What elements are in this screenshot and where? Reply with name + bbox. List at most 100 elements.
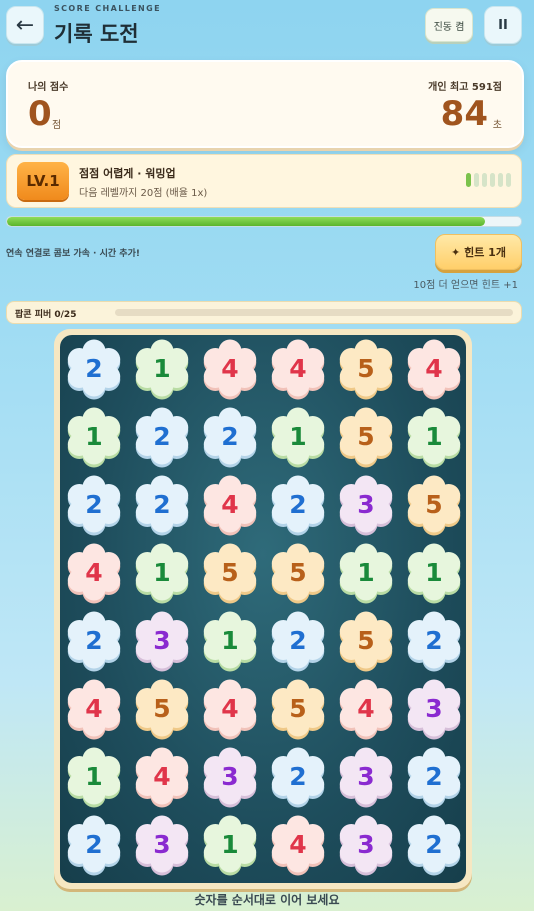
popcorn-tile[interactable]: 2 [403,610,465,672]
tile-number: 3 [153,625,171,655]
tile-number: 4 [85,693,103,723]
popcorn-tile[interactable]: 4 [63,542,125,604]
popcorn-tile[interactable]: 1 [267,406,329,468]
popcorn-tile[interactable]: 2 [63,814,125,876]
score-value: 0 [28,94,52,134]
popcorn-tile[interactable]: 3 [335,474,397,536]
popcorn-tile[interactable]: 5 [199,542,261,604]
back-arrow-icon: ← [15,12,35,38]
game-board: 2 1 4 4 5 4 1 2 2 1 5 1 2 2 4 2 3 5 4 1 5 5 1 1 2 3 1 2 5 2 4 5 4 5 4 3 1 4 3 2… [60,335,466,883]
page-title: 기록 도전 [54,22,139,46]
popcorn-tile[interactable]: 1 [131,338,193,400]
tile-number: 5 [153,693,171,723]
popcorn-tile[interactable]: 5 [335,610,397,672]
popcorn-tile[interactable]: 2 [199,406,261,468]
popcorn-tile[interactable]: 3 [403,678,465,740]
tile-number: 1 [425,557,443,587]
popcorn-tile[interactable]: 1 [403,406,465,468]
tile-number: 3 [153,829,171,859]
pause-button[interactable]: II [484,6,522,44]
popcorn-tile[interactable]: 3 [131,814,193,876]
level-badge: LV.1 [17,162,69,200]
tile-number: 1 [425,421,443,451]
tile-number: 4 [425,353,443,383]
popcorn-tile[interactable]: 2 [267,474,329,536]
level-pip [506,173,511,187]
tile-number: 5 [357,625,375,655]
popcorn-tile[interactable]: 2 [403,746,465,808]
personal-best-label: 개인 최고 591점 [428,82,502,93]
popcorn-tile[interactable]: 4 [63,678,125,740]
popcorn-tile[interactable]: 4 [199,678,261,740]
tile-number: 2 [221,421,239,451]
tile-number: 4 [221,489,239,519]
popcorn-tile[interactable]: 4 [267,338,329,400]
tile-number: 5 [289,693,307,723]
tile-number: 5 [289,557,307,587]
fever-bar: 팝콘 피버 0/25 [6,301,522,324]
tile-number: 2 [289,761,307,791]
tile-number: 1 [85,761,103,791]
back-button[interactable]: ← [6,6,44,44]
popcorn-tile[interactable]: 2 [63,610,125,672]
tile-number: 2 [425,761,443,791]
tile-number: 2 [425,625,443,655]
tile-number: 2 [153,421,171,451]
popcorn-tile[interactable]: 5 [267,542,329,604]
popcorn-tile[interactable]: 2 [63,474,125,536]
tile-number: 2 [425,829,443,859]
score-unit: 점 [52,120,62,131]
tile-number: 5 [425,489,443,519]
popcorn-tile[interactable]: 5 [335,406,397,468]
popcorn-tile[interactable]: 2 [131,474,193,536]
popcorn-tile[interactable]: 2 [267,746,329,808]
tile-number: 4 [221,353,239,383]
popcorn-tile[interactable]: 4 [131,746,193,808]
popcorn-tile[interactable]: 4 [335,678,397,740]
level-title: 점점 어렵게 · 워밍업 [79,167,176,180]
popcorn-tile[interactable]: 4 [267,814,329,876]
popcorn-tile[interactable]: 2 [131,406,193,468]
popcorn-tile[interactable]: 1 [131,542,193,604]
hint-button[interactable]: ✦ 힌트 1개 [435,234,522,270]
level-subtitle: 다음 레벨까지 20점 (배율 1x) [79,188,208,199]
tile-number: 4 [289,353,307,383]
popcorn-tile[interactable]: 1 [199,610,261,672]
tile-number: 2 [289,489,307,519]
popcorn-tile[interactable]: 2 [63,338,125,400]
popcorn-tile[interactable]: 3 [131,610,193,672]
popcorn-tile[interactable]: 5 [335,338,397,400]
popcorn-tile[interactable]: 1 [199,814,261,876]
tile-number: 2 [289,625,307,655]
tile-number: 5 [357,421,375,451]
popcorn-tile[interactable]: 5 [403,474,465,536]
level-pip [482,173,487,187]
tile-number: 4 [85,557,103,587]
popcorn-tile[interactable]: 1 [63,746,125,808]
level-pip [498,173,503,187]
popcorn-tile[interactable]: 4 [199,338,261,400]
popcorn-tile[interactable]: 1 [335,542,397,604]
popcorn-tile[interactable]: 2 [267,610,329,672]
popcorn-tile[interactable]: 3 [199,746,261,808]
tile-number: 1 [289,421,307,451]
combo-tip-text: 연속 연결로 콤보 가속 · 시간 추가! [6,249,140,259]
popcorn-tile[interactable]: 5 [267,678,329,740]
popcorn-tile[interactable]: 4 [403,338,465,400]
tile-number: 5 [221,557,239,587]
tile-number: 3 [357,489,375,519]
level-pip [466,173,471,187]
popcorn-tile[interactable]: 4 [199,474,261,536]
popcorn-tile[interactable]: 2 [403,814,465,876]
level-progress-bar [6,216,522,227]
tile-number: 2 [85,829,103,859]
popcorn-tile[interactable]: 5 [131,678,193,740]
popcorn-tile[interactable]: 1 [63,406,125,468]
tile-number: 1 [153,557,171,587]
hint-note: 10점 더 얻으면 힌트 +1 [413,280,518,291]
tile-number: 2 [85,625,103,655]
popcorn-tile[interactable]: 1 [403,542,465,604]
vibration-toggle-button[interactable]: 진동 켬 [425,8,473,42]
popcorn-tile[interactable]: 3 [335,746,397,808]
popcorn-tile[interactable]: 3 [335,814,397,876]
